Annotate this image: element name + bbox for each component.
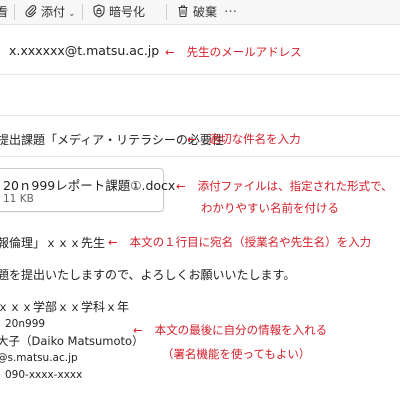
discard-label: 破棄 <box>193 5 218 19</box>
attachment-annotation-line1: ← 添付ファイルは、指定された形式で、 <box>176 178 393 194</box>
encrypt-label: 暗号化 <box>109 5 146 19</box>
left-arrow-icon: ← <box>165 45 175 59</box>
cc-divider <box>0 115 400 116</box>
to-annotation: ← 先生のメールアドレス <box>165 44 302 60</box>
paperclip-icon <box>25 5 37 18</box>
body-greeting: 報倫理」ｘｘｘ先生 <box>0 236 106 250</box>
toolbar-link-item[interactable]: 看 <box>0 3 8 20</box>
signature-department: ｘｘｘ学部ｘｘ学科ｘ年 <box>0 300 130 314</box>
signature-phone: 090-xxxx-xxxx <box>5 369 83 381</box>
subject-divider <box>0 156 400 157</box>
greeting-annotation: ← 本文の１行目に宛名（授業名や先生名）を入力 <box>108 234 371 250</box>
to-annotation-text: 先生のメールアドレス <box>186 45 302 59</box>
toolbar-separator <box>166 4 167 20</box>
signature-annotation-text-1: 本文の最後に自分の情報を入れる <box>154 323 328 337</box>
trash-icon <box>178 5 188 18</box>
subject-annotation-text: 適切な件名を入力 <box>208 132 301 146</box>
body-line-1: 題を提出いたしますので、よろしくお願いいたします。 <box>0 268 296 282</box>
attach-label: 添付 <box>41 5 66 19</box>
encrypt-button[interactable]: 暗号化 <box>92 3 145 20</box>
left-arrow-icon: ← <box>108 235 118 249</box>
cc-field[interactable] <box>0 80 400 114</box>
signature-annotation-line1: ← 本文の最後に自分の情報を入れる <box>133 322 327 338</box>
toolbar-link-label: 看 <box>0 5 9 19</box>
signature-name: 大子（Daiko Matsumoto） <box>0 334 144 348</box>
attachment-annotation-text-1: 添付ファイルは、指定された形式で、 <box>197 179 393 193</box>
to-divider <box>0 74 400 75</box>
attachment-card[interactable]: 20ｎ999レポート課題①.docx 11 KB <box>0 168 175 212</box>
to-recipient[interactable]: x.xxxxxx@t.matsu.ac.jp <box>9 43 159 58</box>
attachment-annotation-line2: わかりやすい名前を付ける <box>201 201 339 215</box>
attach-button[interactable]: 添付 ⌄ <box>24 3 76 20</box>
more-icon[interactable]: … <box>224 1 237 16</box>
greeting-annotation-text: 本文の１行目に宛名（授業名や先生名）を入力 <box>129 235 372 249</box>
compose-toolbar: 看 添付 ⌄ 暗号化 破棄 … <box>0 0 400 25</box>
chevron-down-icon[interactable]: ⌄ <box>68 9 76 19</box>
signature-email: @s.matsu.ac.jp <box>0 352 78 364</box>
toolbar-separator <box>82 4 83 20</box>
signature-student-id: 20n999 <box>5 318 46 330</box>
signature-annotation-line2: （署名機能を使ってもよい） <box>162 347 311 361</box>
attachment-filename: 20ｎ999レポート課題①.docx <box>3 178 176 193</box>
left-arrow-icon: ← <box>187 132 197 146</box>
attachment-size: 11 KB <box>3 193 34 205</box>
shield-lock-icon <box>93 4 105 18</box>
toolbar-separator <box>14 4 15 20</box>
subject-annotation: ← 適切な件名を入力 <box>187 131 301 147</box>
left-arrow-icon: ← <box>133 323 143 337</box>
discard-button[interactable]: 破棄 <box>176 3 217 20</box>
left-arrow-icon: ← <box>176 179 186 193</box>
